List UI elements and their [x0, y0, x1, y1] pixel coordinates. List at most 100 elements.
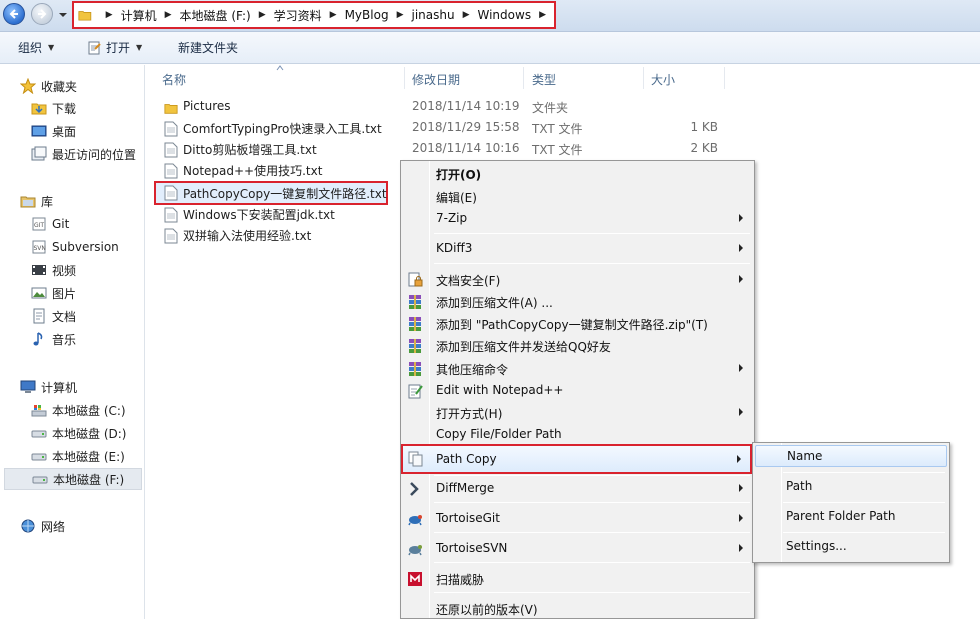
column-divider[interactable]: [523, 67, 524, 89]
column-divider[interactable]: [724, 67, 725, 89]
menu-item-7zip[interactable]: 7-Zip: [403, 208, 752, 230]
organize-label: 组织: [18, 41, 43, 55]
column-header-size[interactable]: 大小: [651, 71, 675, 88]
back-button[interactable]: [3, 3, 25, 25]
breadcrumb-myblog[interactable]: MyBlog: [345, 8, 389, 22]
menu-label: 添加到 "PathCopyCopy一键复制文件路径.zip"(T): [436, 318, 708, 332]
download-folder-icon: [31, 103, 47, 115]
breadcrumb-study[interactable]: 学习资料: [274, 7, 322, 24]
menu-label: 扫描威胁: [436, 573, 485, 587]
menu-item-open[interactable]: 打开(O): [403, 163, 752, 185]
file-row-selected[interactable]: PathCopyCopy一键复制文件路径.txt: [154, 181, 388, 205]
menu-label: 添加到压缩文件(A) ...: [436, 296, 553, 310]
forward-button[interactable]: [31, 3, 53, 25]
menu-item-diffmerge[interactable]: DiffMerge: [403, 478, 752, 500]
menu-item-restore[interactable]: 还原以前的版本(V): [403, 598, 752, 619]
nav-drive-d[interactable]: 本地磁盘 (D:): [31, 422, 126, 444]
menu-label: Path Copy: [436, 452, 497, 466]
menu-item-edit-notepad[interactable]: Edit with Notepad++: [403, 380, 752, 402]
menu-label: 文档安全(F): [436, 274, 501, 288]
breadcrumb-separator[interactable]: ▶: [463, 10, 470, 20]
nav-label: 本地磁盘 (D:): [52, 426, 127, 441]
computer-icon: [20, 380, 36, 393]
menu-item-add-zip[interactable]: 添加到 "PathCopyCopy一键复制文件路径.zip"(T): [403, 313, 752, 335]
winrar-icon: [409, 295, 421, 309]
menu-label: KDiff3: [436, 241, 473, 255]
file-row[interactable]: Ditto剪贴板增强工具.txt 2018/11/14 10:16 TXT 文件…: [152, 139, 722, 160]
breadcrumb-jinashu[interactable]: jinashu: [411, 8, 454, 22]
column-divider[interactable]: [404, 67, 405, 89]
nav-subversion[interactable]: SVN Subversion: [31, 236, 119, 258]
nav-music[interactable]: 音乐: [31, 328, 76, 350]
breadcrumb-separator[interactable]: ▶: [397, 10, 404, 20]
file-row[interactable]: Pictures 2018/11/14 10:19 文件夹: [152, 97, 722, 118]
nav-documents[interactable]: 文档: [31, 305, 76, 327]
nav-recent[interactable]: 最近访问的位置: [31, 143, 136, 165]
nav-drive-c[interactable]: 本地磁盘 (C:): [31, 399, 126, 421]
sort-arrow-icon: [276, 65, 284, 71]
file-date: 2018/11/29 15:58: [412, 120, 520, 134]
nav-computer[interactable]: 计算机: [20, 376, 77, 398]
nav-pictures[interactable]: 图片: [31, 282, 76, 304]
menu-item-doc-security[interactable]: 文档安全(F): [403, 269, 752, 291]
breadcrumb-separator[interactable]: ▶: [330, 10, 337, 20]
path-copy-submenu: Name Path Parent Folder Path Settings...: [752, 442, 950, 563]
menu-item-tortoisegit[interactable]: TortoiseGit: [403, 508, 752, 530]
nav-drive-f[interactable]: 本地磁盘 (F:): [4, 468, 142, 490]
breadcrumb-drive-f[interactable]: 本地磁盘 (F:): [180, 7, 251, 24]
nav-label: 文档: [52, 309, 77, 324]
menu-separator: [434, 592, 750, 593]
submenu-item-name[interactable]: Name: [755, 445, 947, 467]
open-button[interactable]: 打开 ▼: [86, 39, 142, 56]
menu-label: 打开方式(H): [436, 407, 503, 421]
nav-desktop[interactable]: 桌面: [31, 120, 76, 142]
chevron-right-icon: [739, 214, 743, 222]
organize-button[interactable]: 组织 ▼: [18, 39, 54, 56]
menu-item-edit[interactable]: 编辑(E): [403, 186, 752, 208]
menu-item-path-copy[interactable]: Path Copy: [401, 444, 752, 474]
copy-path-icon: [408, 451, 423, 467]
address-breadcrumb[interactable]: ▶ 计算机 ▶ 本地磁盘 (F:) ▶ 学习资料 ▶ MyBlog ▶ jina…: [72, 1, 556, 29]
menu-item-scan[interactable]: 扫描威胁: [403, 568, 752, 590]
menu-item-add-qq[interactable]: 添加到压缩文件并发送给QQ好友: [403, 335, 752, 357]
nav-downloads[interactable]: 下载: [31, 97, 76, 119]
menu-item-add-archive[interactable]: 添加到压缩文件(A) ...: [403, 291, 752, 313]
menu-item-kdiff3[interactable]: KDiff3: [403, 238, 752, 260]
new-folder-button[interactable]: 新建文件夹: [178, 39, 238, 56]
history-dropdown-button[interactable]: [57, 8, 69, 22]
submenu-item-parent-folder-path[interactable]: Parent Folder Path: [755, 506, 947, 528]
menu-item-copy-path[interactable]: Copy File/Folder Path: [403, 424, 752, 446]
nav-favorites[interactable]: 收藏夹: [20, 75, 77, 97]
nav-drive-e[interactable]: 本地磁盘 (E:): [31, 445, 125, 467]
nav-libraries[interactable]: 库: [20, 190, 53, 212]
menu-label: 添加到压缩文件并发送给QQ好友: [436, 340, 611, 354]
nav-network[interactable]: 网络: [20, 515, 65, 537]
submenu-item-settings[interactable]: Settings...: [755, 536, 947, 558]
git-library-icon: GIT: [32, 217, 46, 231]
file-row[interactable]: ComfortTypingPro快速录入工具.txt 2018/11/29 15…: [152, 118, 722, 139]
nav-label: 最近访问的位置: [52, 147, 137, 162]
text-file-icon: [164, 207, 178, 223]
menu-separator: [434, 562, 750, 563]
breadcrumb-separator[interactable]: ▶: [539, 10, 546, 20]
column-divider[interactable]: [643, 67, 644, 89]
breadcrumb-computer[interactable]: 计算机: [121, 7, 157, 24]
chevron-right-icon: [739, 364, 743, 372]
submenu-item-path[interactable]: Path: [755, 476, 947, 498]
column-header-type[interactable]: 类型: [532, 71, 556, 88]
breadcrumb-separator[interactable]: ▶: [259, 10, 266, 20]
nav-git[interactable]: GIT Git: [31, 213, 69, 235]
nav-videos[interactable]: 视频: [31, 259, 76, 281]
menu-separator: [434, 502, 750, 503]
menu-item-other-compress[interactable]: 其他压缩命令: [403, 358, 752, 380]
breadcrumb-separator[interactable]: ▶: [165, 10, 172, 20]
menu-item-tortoisesvn[interactable]: TortoiseSVN: [403, 538, 752, 560]
column-header-modified[interactable]: 修改日期: [412, 71, 460, 88]
breadcrumb-windows[interactable]: Windows: [478, 8, 532, 22]
menu-label: 7-Zip: [436, 211, 468, 225]
hard-drive-icon: [31, 430, 47, 438]
file-name: Notepad++使用技巧.txt: [183, 164, 323, 178]
column-header-name[interactable]: 名称: [162, 71, 186, 88]
menu-item-open-with[interactable]: 打开方式(H): [403, 402, 752, 424]
file-name: ComfortTypingPro快速录入工具.txt: [183, 122, 382, 136]
